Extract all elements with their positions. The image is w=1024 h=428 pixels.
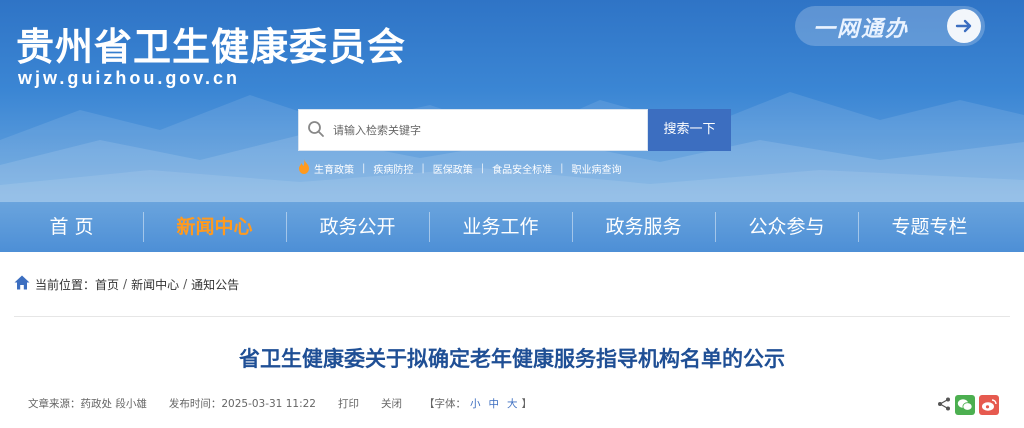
site-domain: wjw.guizhou.gov.cn xyxy=(18,68,240,88)
breadcrumb-link-news-center[interactable]: 新闻中心 xyxy=(131,276,179,293)
arrow-right-icon xyxy=(947,9,981,43)
font-size-prefix: 【字体： xyxy=(423,397,466,410)
breadcrumb-separator: / xyxy=(183,277,188,291)
nav-item-special-topics[interactable]: 专题专栏 xyxy=(858,202,1001,252)
search-icon xyxy=(307,120,325,142)
hot-link-separator: | xyxy=(480,162,485,174)
breadcrumb-prefix: 当前位置： xyxy=(35,277,96,292)
nav-item-public-participation[interactable]: 公众参与 xyxy=(715,202,858,252)
article-source: 文章来源：药政处 段小雄 xyxy=(28,397,147,410)
header-banner: 贵州省卫生健康委员会 wjw.guizhou.gov.cn 一网通办 搜索一下 … xyxy=(0,0,1024,202)
hot-link[interactable]: 生育政策 xyxy=(314,161,354,176)
hot-link-separator: | xyxy=(560,162,564,174)
hot-link[interactable]: 食品安全标准 xyxy=(492,161,552,176)
breadcrumb: 当前位置： 首页 / 新闻中心 / 通知公告 xyxy=(14,274,239,294)
yiwang-tongban-label: 一网通办 xyxy=(813,16,910,42)
breadcrumb-link-notices[interactable]: 通知公告 xyxy=(191,276,239,293)
print-button[interactable]: 打印 xyxy=(338,396,359,411)
hot-link-separator: | xyxy=(362,162,366,174)
search-button[interactable]: 搜索一下 xyxy=(648,109,731,151)
article-meta: 文章来源：药政处 段小雄 发布时间：2025-03-31 11:22 打印 关闭… xyxy=(28,395,532,411)
weibo-icon[interactable] xyxy=(979,395,999,415)
article-date: 发布时间：2025-03-31 11:22 xyxy=(168,397,316,410)
breadcrumb-separator: / xyxy=(123,277,128,291)
nav-item-business-work[interactable]: 业务工作 xyxy=(429,202,572,252)
font-size-suffix: 】 xyxy=(521,397,532,410)
main-nav: 首 页 新闻中心 政务公开 业务工作 政务服务 公众参与 专题专栏 xyxy=(0,202,1024,252)
share-icon[interactable] xyxy=(937,396,951,415)
close-button[interactable]: 关闭 xyxy=(381,396,402,411)
nav-item-government-services[interactable]: 政务服务 xyxy=(572,202,715,252)
hot-link[interactable]: 医保政策 xyxy=(433,161,473,176)
font-size-large-button[interactable]: 大 xyxy=(507,396,518,411)
share-bar xyxy=(937,395,999,415)
yiwang-tongban-button[interactable]: 一网通办 xyxy=(795,6,985,46)
nav-item-news-center[interactable]: 新闻中心 xyxy=(143,202,286,252)
breadcrumb-link-home[interactable]: 首页 xyxy=(95,276,119,293)
search-input[interactable] xyxy=(333,110,643,150)
font-size-small-button[interactable]: 小 xyxy=(470,396,481,411)
home-icon xyxy=(14,275,30,293)
site-title[interactable]: 贵州省卫生健康委员会 xyxy=(16,16,406,71)
article-title: 省卫生健康委关于拟确定老年健康服务指导机构名单的公示 xyxy=(239,347,785,371)
hot-link[interactable]: 职业病查询 xyxy=(572,161,622,176)
search-box xyxy=(298,109,648,151)
font-size-medium-button[interactable]: 中 xyxy=(488,396,499,411)
wechat-icon[interactable] xyxy=(955,395,975,415)
flame-icon xyxy=(298,159,310,177)
divider xyxy=(14,316,1010,317)
nav-item-home[interactable]: 首 页 xyxy=(0,202,143,252)
hot-links: 生育政策 | 疾病防控 | 医保政策 | 食品安全标准 | 职业病查询 xyxy=(298,158,622,178)
hot-link-separator: | xyxy=(421,162,425,174)
hot-link[interactable]: 疾病防控 xyxy=(373,161,413,176)
nav-item-government-affairs[interactable]: 政务公开 xyxy=(286,202,429,252)
